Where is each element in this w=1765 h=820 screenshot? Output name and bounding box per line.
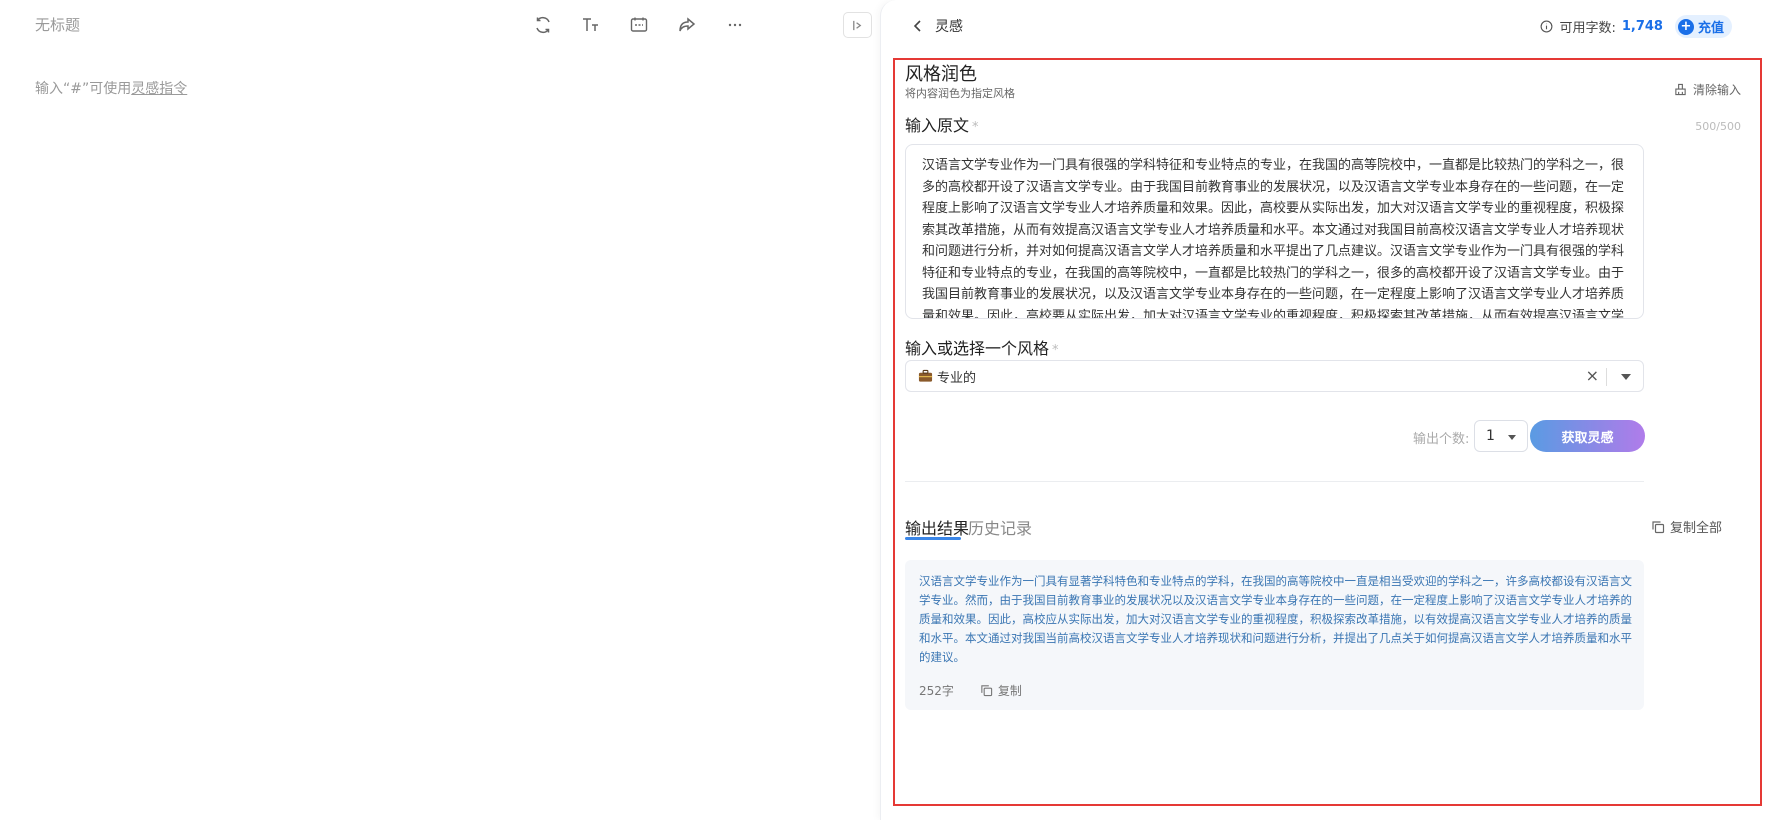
chevron-down-icon: [1508, 435, 1516, 440]
recharge-label: 充值: [1697, 21, 1724, 36]
output-count-label: 输出个数:: [1413, 432, 1470, 447]
section-divider: [905, 481, 1644, 482]
select-separator: [1606, 368, 1607, 386]
required-mark: *: [972, 120, 979, 135]
highlight-frame: 风格润色 将内容润色为指定风格 清除输入 输入原文 * 500/500 汉语言文学…: [893, 58, 1762, 806]
quota-display: 可用字数: 1,748 + 充值: [1540, 15, 1732, 38]
document-title[interactable]: 无标题: [35, 14, 80, 35]
back-label: 灵感: [935, 19, 963, 35]
editor-pane: 无标题 输入“#”可使用灵感指令: [0, 0, 880, 820]
copy-all-label: 复制全部: [1669, 521, 1722, 536]
more-icon[interactable]: [722, 12, 748, 38]
style-label-text: 输入或选择一个风格: [905, 339, 1050, 358]
briefcase-icon: [918, 369, 933, 382]
panel-header: 灵感 可用字数: 1,748 + 充值: [881, 0, 1765, 52]
copy-all-button[interactable]: 复制全部: [1651, 517, 1722, 536]
info-icon: [1541, 20, 1553, 33]
plus-icon: +: [1677, 18, 1694, 35]
quota-label: 可用字数:: [1559, 21, 1616, 36]
source-label-text: 输入原文: [905, 116, 970, 135]
calendar-icon[interactable]: [626, 12, 652, 38]
copy-button[interactable]: 复制: [980, 682, 1022, 699]
editor-toolbar: [530, 12, 748, 38]
font-size-icon[interactable]: [578, 12, 604, 38]
clear-input-label: 清除输入: [1692, 83, 1741, 97]
result-char-count: 252字: [919, 684, 954, 698]
chevron-down-icon[interactable]: [1621, 374, 1631, 380]
editor-placeholder[interactable]: 输入“#”可使用灵感指令: [35, 78, 187, 98]
tab-output-results[interactable]: 输出结果: [905, 515, 969, 539]
style-selected-value: 专业的: [937, 370, 977, 386]
recharge-button[interactable]: + 充值: [1674, 15, 1732, 38]
quota-value: 1,748: [1621, 19, 1663, 34]
output-count-value: 1: [1486, 428, 1495, 444]
copy-icon: [981, 685, 993, 697]
char-counter: 500/500: [1695, 120, 1741, 133]
get-inspiration-button[interactable]: 获取灵感: [1530, 420, 1645, 452]
tab-history[interactable]: 历史记录: [968, 515, 1032, 539]
chevron-left-icon: [913, 20, 921, 32]
back-button[interactable]: 灵感: [911, 16, 963, 36]
clear-style-icon[interactable]: ×: [1586, 366, 1599, 385]
source-label: 输入原文 *: [905, 112, 979, 136]
copy-icon: [1652, 520, 1665, 533]
refresh-icon[interactable]: [530, 12, 556, 38]
clear-input-button[interactable]: 清除输入: [1674, 81, 1741, 98]
style-required-mark: *: [1052, 343, 1059, 358]
tool-title: 风格润色: [905, 64, 977, 85]
result-meta: 252字 复制: [919, 682, 1022, 699]
inspiration-panel: 灵感 可用字数: 1,748 + 充值 风格润色 将内容润色为指定风格 清除输入…: [880, 0, 1765, 820]
inspiration-command-link[interactable]: 灵感指令: [131, 81, 187, 97]
tool-subtitle: 将内容润色为指定风格: [905, 87, 1015, 100]
style-select[interactable]: 专业的 ×: [905, 360, 1644, 392]
style-label: 输入或选择一个风格 *: [905, 335, 1059, 359]
copy-label: 复制: [997, 684, 1022, 698]
collapse-panel-icon[interactable]: [843, 12, 872, 38]
result-card: 汉语言文学专业作为一门具有显著学科特色和专业特点的学科，在我国的高等院校中一直是…: [905, 560, 1644, 710]
share-icon[interactable]: [674, 12, 700, 38]
editor-hint-text: 输入“#”可使用: [35, 81, 132, 97]
result-text: 汉语言文学专业作为一门具有显著学科特色和专业特点的学科，在我国的高等院校中一直是…: [919, 574, 1632, 664]
source-textarea[interactable]: 汉语言文学专业作为一门具有很强的学科特征和专业特点的专业，在我国的高等院校中，一…: [905, 144, 1644, 319]
output-count-select[interactable]: 1: [1474, 420, 1528, 452]
active-tab-indicator: [905, 537, 961, 540]
broom-icon: [1675, 83, 1686, 96]
